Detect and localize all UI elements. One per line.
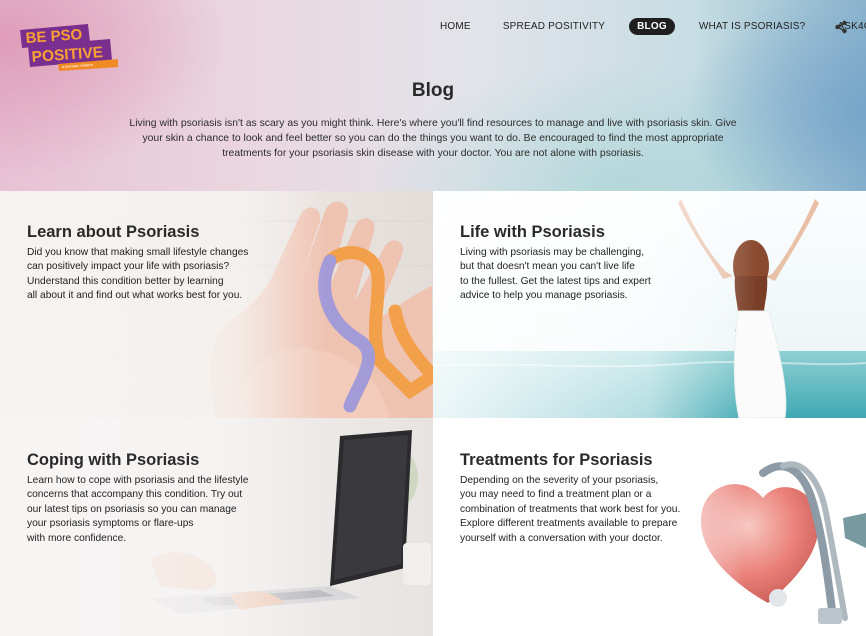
nav-what-is-psoriasis[interactable]: WHAT IS PSORIASIS? [691, 18, 814, 35]
card-title[interactable]: Treatments for Psoriasis [460, 451, 653, 470]
hero-banner: BE PSO POSITIVE a psoriasis initiative H… [0, 0, 866, 191]
nav-blog[interactable]: BLOG [629, 17, 675, 35]
card-coping-with-psoriasis[interactable]: Coping with Psoriasis Learn how to cope … [0, 418, 433, 636]
nav-spread-positivity[interactable]: SPREAD POSITIVITY [495, 18, 613, 35]
be-pso-positive-logo[interactable]: BE PSO POSITIVE a psoriasis initiative [18, 22, 120, 74]
card-title[interactable]: Coping with Psoriasis [27, 451, 199, 470]
card-life-with-psoriasis[interactable]: Life with Psoriasis Living with psoriasi… [433, 191, 866, 418]
card-title[interactable]: Learn about Psoriasis [27, 223, 199, 242]
card-treatments-for-psoriasis[interactable]: Treatments for Psoriasis Depending on th… [433, 418, 866, 636]
card-text: Living with psoriasis may be challenging… [460, 247, 651, 302]
share-icon[interactable] [834, 20, 848, 34]
main-nav: HOME SPREAD POSITIVITY BLOG WHAT IS PSOR… [432, 17, 866, 35]
card-title[interactable]: Life with Psoriasis [460, 223, 605, 242]
nav-home[interactable]: HOME [432, 18, 479, 35]
page-intro: Living with psoriasis isn't as scary as … [129, 118, 737, 160]
card-learn-about-psoriasis[interactable]: Learn about Psoriasis Did you know that … [0, 191, 433, 418]
card-text: Did you know that making small lifestyle… [27, 247, 249, 302]
card-text: Depending on the severity of your psoria… [460, 475, 681, 544]
page-title: Blog [411, 80, 455, 101]
card-text: Learn how to cope with psoriasis and the… [27, 475, 249, 544]
